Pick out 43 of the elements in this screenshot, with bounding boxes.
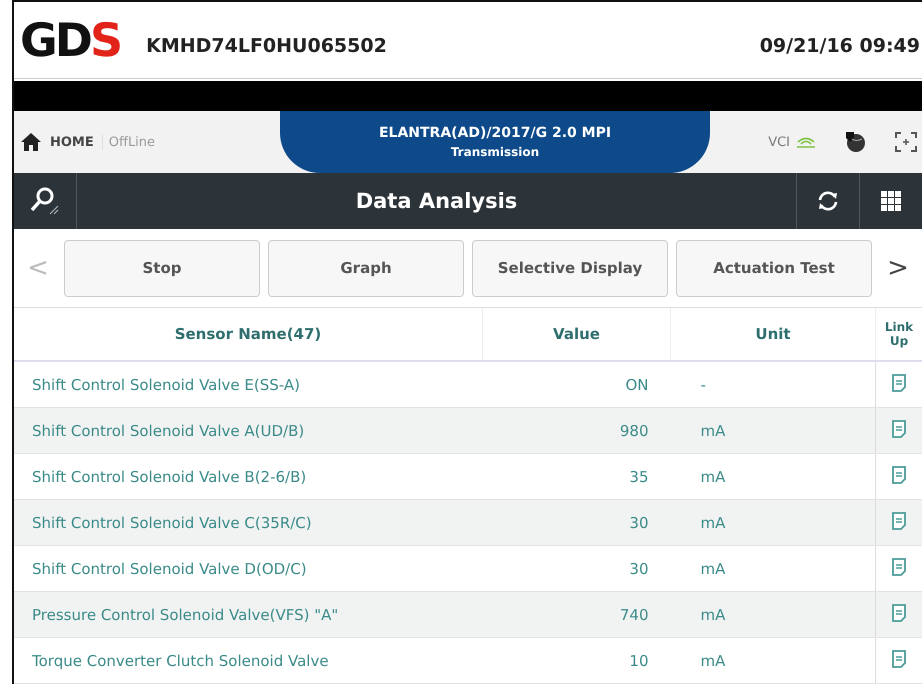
unit-cell: mA bbox=[670, 592, 876, 638]
column-header[interactable]: Link Up bbox=[876, 308, 922, 361]
note-icon[interactable] bbox=[891, 650, 907, 668]
home-link[interactable]: HOME bbox=[50, 134, 94, 150]
toolbar-button[interactable]: Graph bbox=[268, 240, 464, 296]
system-name: Transmission bbox=[450, 145, 540, 159]
sensor-name-cell: Shift Control Solenoid Valve A(UD/B) bbox=[14, 408, 482, 454]
sensor-name-cell: Torque Converter Clutch Solenoid Valve bbox=[14, 638, 482, 684]
home-icon[interactable] bbox=[20, 132, 42, 152]
note-icon[interactable] bbox=[891, 604, 907, 622]
note-icon[interactable] bbox=[891, 420, 907, 438]
connection-status: OffLine bbox=[102, 134, 156, 150]
unit-cell: mA bbox=[670, 408, 876, 454]
logo-accent: S bbox=[90, 17, 120, 63]
column-header[interactable]: Sensor Name(47) bbox=[14, 308, 482, 361]
column-header[interactable]: Value bbox=[482, 308, 670, 361]
value-cell: 10 bbox=[482, 638, 670, 684]
screen-title: Data Analysis bbox=[354, 189, 518, 213]
vin-number: KMHD74LF0HU065502 bbox=[146, 35, 387, 57]
vci-label: VCI bbox=[768, 134, 790, 150]
toolbar-button[interactable]: Selective Display bbox=[472, 240, 668, 296]
next-button[interactable]: > bbox=[880, 253, 916, 283]
toolbar-button[interactable]: Actuation Test bbox=[676, 240, 872, 296]
sensor-name-cell: Pressure Control Solenoid Valve(VFS) "A" bbox=[14, 592, 482, 638]
unit-cell: mA bbox=[670, 500, 876, 546]
wireless-icon bbox=[796, 136, 816, 148]
column-header[interactable]: Unit bbox=[670, 308, 876, 361]
note-icon[interactable] bbox=[891, 558, 907, 576]
date-time: 09/21/16 09:49 bbox=[760, 35, 921, 57]
note-icon[interactable] bbox=[891, 466, 907, 484]
note-icon[interactable] bbox=[891, 374, 907, 392]
value-cell: 740 bbox=[482, 592, 670, 638]
note-icon[interactable] bbox=[891, 512, 907, 530]
unit-cell: mA bbox=[670, 638, 876, 684]
fullscreen-icon[interactable] bbox=[894, 131, 918, 153]
toolbar-button[interactable]: Stop bbox=[64, 240, 260, 296]
sensor-name-cell: Shift Control Solenoid Valve C(35R/C) bbox=[14, 500, 482, 546]
logo-text: GD bbox=[20, 17, 90, 63]
grid-icon[interactable] bbox=[880, 190, 902, 212]
value-cell: 980 bbox=[482, 408, 670, 454]
refresh-icon[interactable] bbox=[816, 189, 840, 213]
value-cell: 30 bbox=[482, 500, 670, 546]
vehicle-name: ELANTRA(AD)/2017/G 2.0 MPI bbox=[378, 125, 612, 141]
